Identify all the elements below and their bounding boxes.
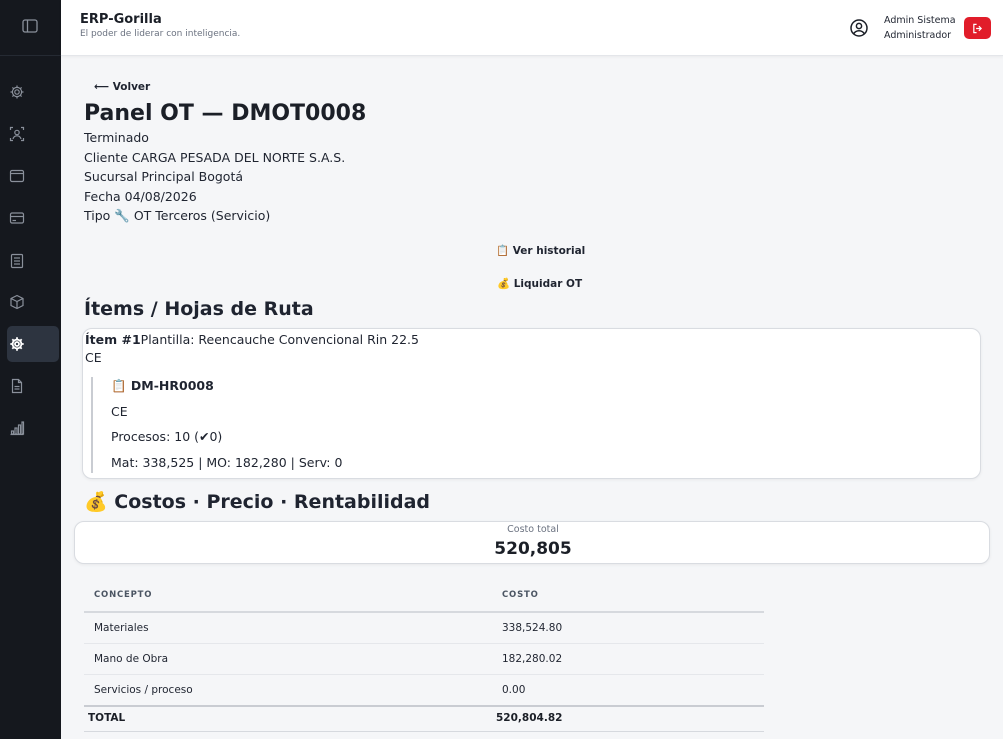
table-total-label: TOTAL [88, 712, 126, 724]
bar-chart-icon [10, 421, 25, 436]
item-label: Ítem #1 [85, 332, 141, 347]
column-header-concept: CONCEPTO [94, 590, 153, 600]
user-role: Administrador [884, 30, 952, 41]
sidebar [0, 0, 61, 739]
logout-icon [973, 23, 983, 33]
table-cell-cost: 338,524.80 [502, 622, 563, 634]
total-cost-card: Costo total 520,805 [74, 521, 990, 564]
table-cell-concept: Servicios / proceso [94, 684, 193, 696]
users-icon [9, 126, 25, 142]
main-content: ⟵ Volver Panel OT — DMOT0008 Terminado C… [61, 56, 1003, 739]
app-title: ERP-Gorilla [80, 12, 162, 27]
table-bottom-divider [84, 731, 764, 732]
sidebar-item-inventory[interactable] [7, 284, 59, 320]
items-section-title: Ítems / Hojas de Ruta [84, 298, 314, 320]
top-bar: ERP-Gorilla El poder de liderar con inte… [61, 0, 1003, 56]
back-link[interactable]: ⟵ Volver [94, 81, 150, 93]
item-template: Plantilla: Reencauche Convencional Rin 2… [140, 332, 419, 347]
item-header: Ítem #1Plantilla: Reencauche Convenciona… [85, 332, 419, 347]
route-costs: Mat: 338,525 | MO: 182,280 | Serv: 0 [111, 455, 343, 470]
cog-icon [10, 337, 24, 351]
ot-date: Fecha 04/08/2026 [84, 189, 197, 204]
cube-icon [10, 294, 24, 310]
sidebar-item-ledger[interactable] [7, 243, 59, 279]
sidebar-item-reports[interactable] [7, 410, 59, 446]
app-tagline: El poder de liderar con inteligencia. [80, 29, 241, 39]
gear-icon [10, 85, 24, 99]
table-total-divider [84, 705, 764, 707]
costs-section-title: 💰 Costos · Precio · Rentabilidad [84, 491, 431, 513]
logout-button[interactable] [964, 17, 991, 39]
sidebar-divider [0, 55, 61, 56]
table-total-value: 520,804.82 [496, 712, 563, 724]
window-icon [9, 169, 25, 183]
card-icon [9, 212, 25, 224]
table-cell-cost: 182,280.02 [502, 653, 563, 665]
column-header-cost: COSTO [502, 590, 539, 600]
table-cell-concept: Mano de Obra [94, 653, 169, 665]
ot-status: Terminado [84, 130, 149, 145]
view-history-button[interactable]: 📋 Ver historial [496, 244, 585, 257]
table-row: Servicios / proceso 0.00 [84, 675, 764, 706]
ot-branch: Sucursal Principal Bogotá [84, 169, 244, 184]
route-code: CE [111, 404, 128, 419]
ot-type: Tipo 🔧 OT Terceros (Servicio) [84, 208, 271, 223]
sidebar-toggle-icon[interactable] [22, 19, 38, 33]
user-name: Admin Sistema [884, 15, 956, 26]
ledger-icon [10, 253, 24, 269]
sidebar-item-documents[interactable] [7, 368, 59, 404]
sidebar-item-settings[interactable] [7, 74, 59, 110]
user-avatar-icon[interactable] [850, 19, 868, 37]
table-cell-concept: Materiales [94, 622, 149, 634]
page-title: Panel OT — DMOT0008 [84, 101, 367, 126]
ot-client: Cliente CARGA PESADA DEL NORTE S.A.S. [84, 150, 346, 165]
route-indicator [91, 377, 93, 473]
item-card: Ítem #1Plantilla: Reencauche Convenciona… [82, 328, 981, 479]
liquidate-ot-button[interactable]: 💰 Liquidar OT [497, 277, 582, 290]
route-processes: Procesos: 10 (✔0) [111, 429, 223, 444]
sidebar-item-users[interactable] [7, 116, 59, 152]
item-code: CE [85, 350, 102, 365]
route-sheet-title[interactable]: 📋 DM-HR0008 [111, 378, 214, 394]
sidebar-item-window[interactable] [7, 158, 59, 194]
table-cell-cost: 0.00 [502, 684, 526, 696]
total-cost-value: 520,805 [494, 539, 572, 559]
table-row: Materiales 338,524.80 [84, 613, 764, 644]
sidebar-item-payments[interactable] [7, 200, 59, 236]
sidebar-item-production[interactable] [7, 326, 59, 362]
document-icon [11, 378, 23, 394]
table-row: Mano de Obra 182,280.02 [84, 644, 764, 675]
total-cost-label: Costo total [507, 524, 559, 535]
